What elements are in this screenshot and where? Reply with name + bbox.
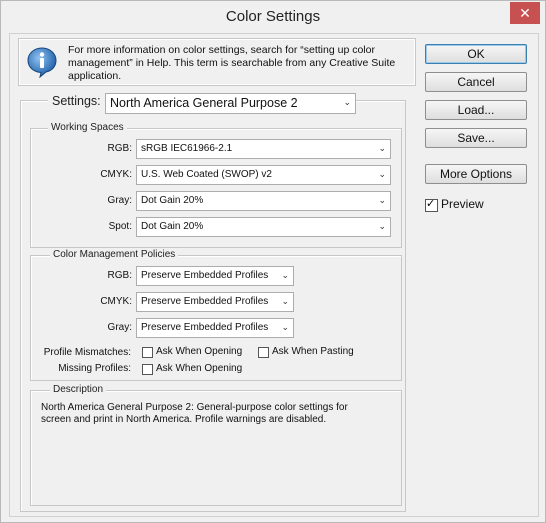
missing-ask-when-opening-label: Ask When Opening [156, 363, 243, 374]
chevron-down-icon: ⌄ [378, 196, 386, 206]
pol-gray-value: Preserve Embedded Profiles [141, 322, 269, 333]
pol-rgb-value: Preserve Embedded Profiles [141, 270, 269, 281]
info-text: For more information on color settings, … [68, 44, 396, 82]
ws-rgb-dropdown[interactable]: sRGB IEC61966-2.1 ⌄ [136, 139, 391, 159]
title-bar: Color Settings ✕ [1, 1, 545, 33]
ws-rgb-value: sRGB IEC61966-2.1 [141, 143, 233, 154]
more-options-button[interactable]: More Options [425, 164, 527, 184]
description-legend: Description [50, 384, 107, 395]
info-icon [27, 47, 57, 78]
ws-rgb-label: RGB: [107, 143, 132, 154]
ok-button[interactable]: OK [425, 44, 527, 64]
settings-value: North America General Purpose 2 [110, 96, 298, 110]
ask-when-pasting-checkbox[interactable] [258, 347, 269, 358]
pol-cmyk-dropdown[interactable]: Preserve Embedded Profiles ⌄ [136, 292, 294, 312]
color-settings-dialog: Color Settings ✕ For more information on… [0, 0, 546, 523]
save-button[interactable]: Save... [425, 128, 527, 148]
description-text: North America General Purpose 2: General… [41, 402, 348, 425]
pol-cmyk-label: CMYK: [100, 296, 132, 307]
settings-dropdown[interactable]: North America General Purpose 2 ⌄ [105, 93, 356, 114]
preview-checkbox[interactable] [425, 197, 438, 212]
close-icon[interactable]: ✕ [510, 2, 540, 24]
pol-gray-label: Gray: [107, 322, 132, 333]
preview-label: Preview [441, 197, 484, 211]
chevron-down-icon: ⌄ [378, 170, 386, 180]
chevron-down-icon: ⌄ [378, 144, 386, 154]
info-panel: For more information on color settings, … [18, 38, 416, 86]
dialog-body: For more information on color settings, … [9, 33, 539, 517]
load-button[interactable]: Load... [425, 100, 527, 120]
ws-gray-value: Dot Gain 20% [141, 195, 204, 206]
cancel-button[interactable]: Cancel [425, 72, 527, 92]
ws-cmyk-label: CMYK: [100, 169, 132, 180]
pol-gray-dropdown[interactable]: Preserve Embedded Profiles ⌄ [136, 318, 294, 338]
ws-cmyk-dropdown[interactable]: U.S. Web Coated (SWOP) v2 ⌄ [136, 165, 391, 185]
missing-profiles-label: Missing Profiles: [58, 363, 131, 374]
pol-cmyk-value: Preserve Embedded Profiles [141, 296, 269, 307]
ws-cmyk-value: U.S. Web Coated (SWOP) v2 [141, 169, 272, 180]
policies-legend: Color Management Policies [50, 249, 179, 260]
ws-spot-label: Spot: [108, 221, 132, 232]
pol-rgb-label: RGB: [107, 270, 132, 281]
window-title: Color Settings [225, 8, 321, 25]
ask-when-opening-label: Ask When Opening [156, 346, 243, 357]
ws-gray-label: Gray: [107, 195, 132, 206]
ws-gray-dropdown[interactable]: Dot Gain 20% ⌄ [136, 191, 391, 211]
chevron-down-icon: ⌄ [281, 297, 289, 307]
ws-spot-dropdown[interactable]: Dot Gain 20% ⌄ [136, 217, 391, 237]
chevron-down-icon: ⌄ [281, 323, 289, 333]
ask-when-pasting-label: Ask When Pasting [272, 346, 354, 357]
chevron-down-icon: ⌄ [281, 271, 289, 281]
chevron-down-icon: ⌄ [343, 98, 351, 108]
settings-label: Settings: [48, 94, 105, 108]
working-spaces-legend: Working Spaces [48, 122, 127, 133]
ask-when-opening-checkbox[interactable] [142, 347, 153, 358]
missing-ask-when-opening-checkbox[interactable] [142, 364, 153, 375]
ws-spot-value: Dot Gain 20% [141, 221, 204, 232]
pol-rgb-dropdown[interactable]: Preserve Embedded Profiles ⌄ [136, 266, 294, 286]
chevron-down-icon: ⌄ [378, 222, 386, 232]
profile-mismatches-label: Profile Mismatches: [43, 347, 131, 358]
